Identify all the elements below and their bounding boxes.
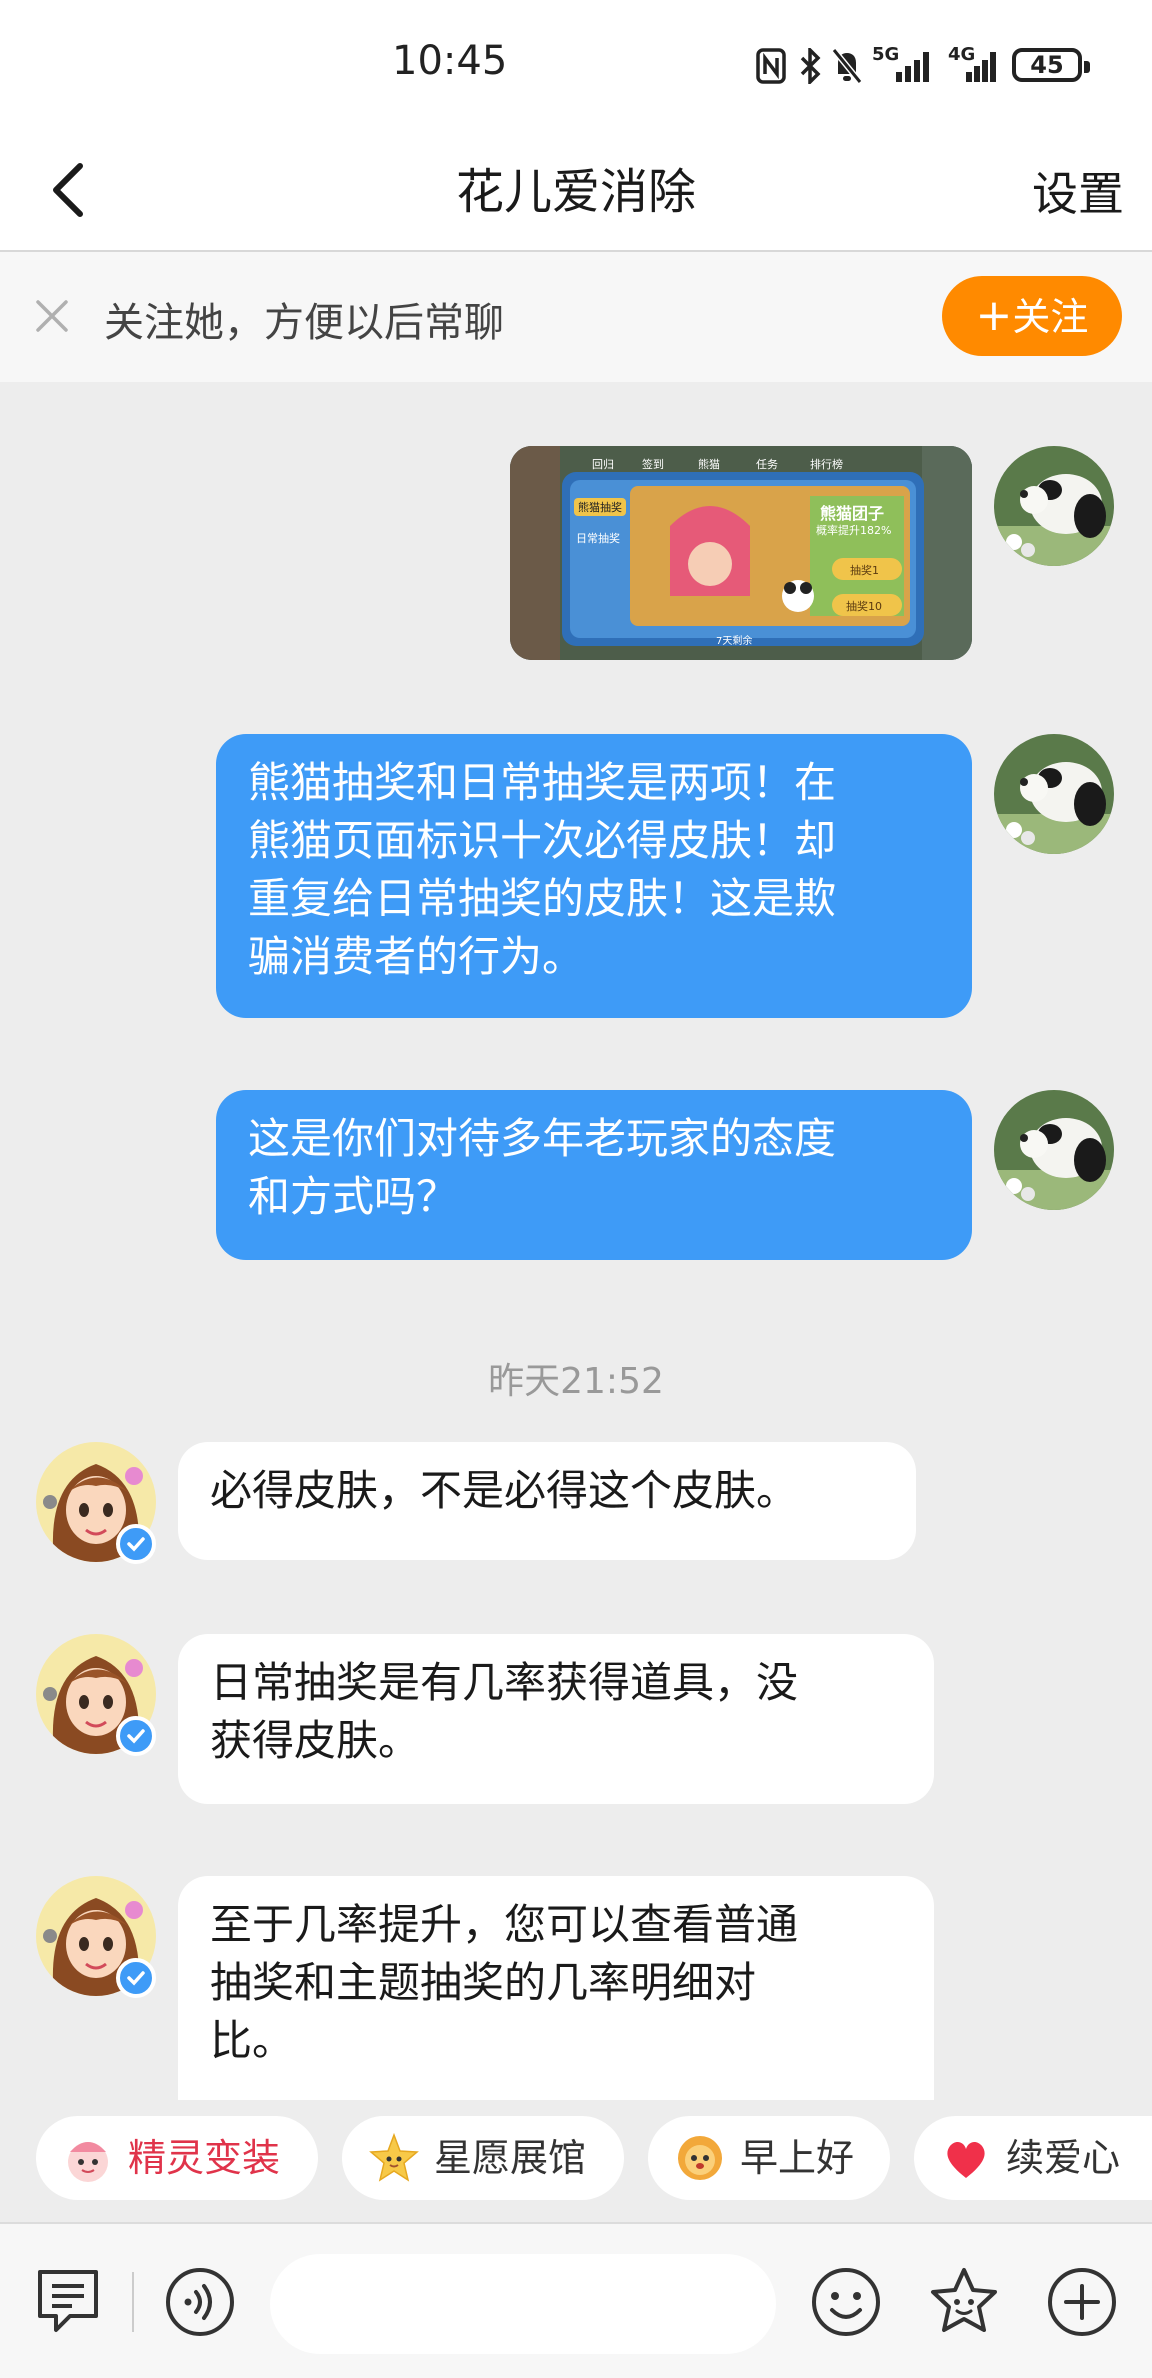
game-tab: 任务	[756, 458, 778, 471]
sun-face-icon	[678, 2136, 722, 2180]
message-line: 骗消费者的行为。	[248, 932, 585, 981]
verified-badge-icon	[116, 1524, 156, 1564]
contact-avatar[interactable]	[36, 1876, 160, 2000]
game-footer-text: 7天剩余	[716, 636, 753, 647]
add-icon[interactable]	[1044, 2264, 1120, 2340]
message-line: 和方式吗？	[248, 1172, 459, 1221]
chat-input-bar	[0, 2222, 1152, 2378]
nfc-icon	[756, 48, 786, 84]
verified-badge-icon	[116, 1716, 156, 1756]
verified-badge-icon	[116, 1958, 156, 1998]
chat-title: 花儿爱消除	[455, 164, 696, 220]
message-line: 必得皮肤，不是必得这个皮肤。	[210, 1466, 799, 1515]
outgoing-message-bubble[interactable]: 熊猫抽奖和日常抽奖是两项！在 熊猫页面标识十次必得皮肤！却 重复给日常抽奖的皮肤…	[216, 734, 972, 1018]
chip-label: 早上好	[740, 2136, 855, 2180]
game-tab: 签到	[642, 458, 664, 471]
incoming-message-bubble[interactable]: 日常抽奖是有几率获得道具，没 获得皮肤。	[178, 1634, 934, 1804]
message-line: 至于几率提升，您可以查看普通	[210, 1900, 799, 1949]
message-line: 抽奖和主题抽奖的几率明细对	[210, 1958, 757, 2007]
sprite-face-icon	[68, 2142, 108, 2182]
panda-avatar-image	[994, 734, 1114, 854]
message-line: 熊猫页面标识十次必得皮肤！却	[248, 816, 837, 865]
emoji-icon[interactable]	[808, 2264, 884, 2340]
message-timestamp: 昨天21:52	[488, 1361, 664, 1402]
game-tab: 熊猫	[698, 458, 720, 471]
battery-indicator: 45	[1012, 48, 1090, 82]
message-line: 重复给日常抽奖的皮肤！这是欺	[248, 874, 837, 923]
star-face-icon	[369, 2132, 419, 2182]
message-line: 熊猫抽奖和日常抽奖是两项！在	[248, 758, 837, 807]
game-tab: 排行榜	[810, 458, 843, 471]
quick-chip-sprite-dressup[interactable]: 精灵变装	[36, 2116, 318, 2200]
shared-image-message[interactable]: 回归 签到 熊猫 任务 排行榜 熊猫抽奖 日常抽奖 熊猫团子 概率提升182% …	[510, 446, 972, 660]
game-tabs: 回归 签到 熊猫 任务 排行榜	[558, 454, 958, 474]
signal-5g-icon	[896, 52, 929, 82]
follow-button-label: 关注	[1012, 295, 1089, 339]
settings-button[interactable]: 设置	[1032, 158, 1124, 224]
game-draw-button: 抽奖1	[850, 564, 879, 577]
game-screenshot-image	[510, 446, 972, 660]
close-icon[interactable]	[30, 294, 74, 338]
chip-label: 星愿展馆	[434, 2136, 587, 2180]
incoming-message-bubble[interactable]: 必得皮肤，不是必得这个皮肤。	[178, 1442, 916, 1560]
message-line: 比。	[210, 2016, 295, 2065]
chat-header: 花儿爱消除 设置	[0, 130, 1152, 252]
quick-chip-good-morning[interactable]: 早上好	[648, 2116, 890, 2200]
divider	[132, 2272, 134, 2332]
game-tab: 回归	[592, 458, 614, 471]
follow-prompt-text: 关注她，方便以后常聊	[104, 300, 504, 346]
follow-banner: 关注她，方便以后常聊 +关注	[0, 252, 1152, 382]
chip-label: 精灵变装	[128, 2136, 281, 2180]
signal-4g-icon	[966, 52, 996, 82]
status-time: 10:45	[392, 38, 508, 84]
text-menu-icon[interactable]	[30, 2264, 106, 2340]
panda-avatar-image	[994, 1090, 1114, 1210]
quick-chip-star-gallery[interactable]: 星愿展馆	[342, 2116, 624, 2200]
message-line: 获得皮肤。	[210, 1716, 421, 1765]
game-banner-subtitle: 概率提升182%	[816, 524, 892, 537]
game-side-item: 日常抽奖	[576, 532, 620, 545]
self-avatar[interactable]	[994, 446, 1114, 566]
heart-icon	[947, 2142, 985, 2178]
voice-icon[interactable]	[162, 2264, 238, 2340]
panda-avatar-image	[994, 446, 1114, 566]
plus-icon: +	[975, 290, 1013, 341]
message-input[interactable]	[270, 2254, 776, 2354]
self-avatar[interactable]	[994, 734, 1114, 854]
contact-avatar[interactable]	[36, 1634, 160, 1758]
game-banner-title: 熊猫团子	[820, 504, 885, 523]
message-line: 日常抽奖是有几率获得道具，没	[210, 1658, 799, 1707]
self-avatar[interactable]	[994, 1090, 1114, 1210]
follow-button[interactable]: +关注	[942, 276, 1122, 356]
game-draw-button: 抽奖10	[846, 600, 882, 613]
sticker-icon[interactable]	[926, 2264, 1002, 2340]
game-side-item: 熊猫抽奖	[574, 498, 626, 516]
mute-bell-icon	[832, 48, 862, 84]
chip-label: 续爱心	[1006, 2136, 1121, 2180]
status-bar: 10:45 5G 4G 45	[0, 0, 1152, 130]
quick-chip-renew-heart[interactable]: 续爱心	[914, 2116, 1152, 2200]
contact-avatar[interactable]	[36, 1442, 160, 1566]
bluetooth-icon	[800, 48, 821, 84]
outgoing-message-bubble[interactable]: 这是你们对待多年老玩家的态度 和方式吗？	[216, 1090, 972, 1260]
message-line: 这是你们对待多年老玩家的态度	[248, 1114, 837, 1163]
incoming-message-bubble[interactable]: 至于几率提升，您可以查看普通 抽奖和主题抽奖的几率明细对 比。	[178, 1876, 934, 2100]
